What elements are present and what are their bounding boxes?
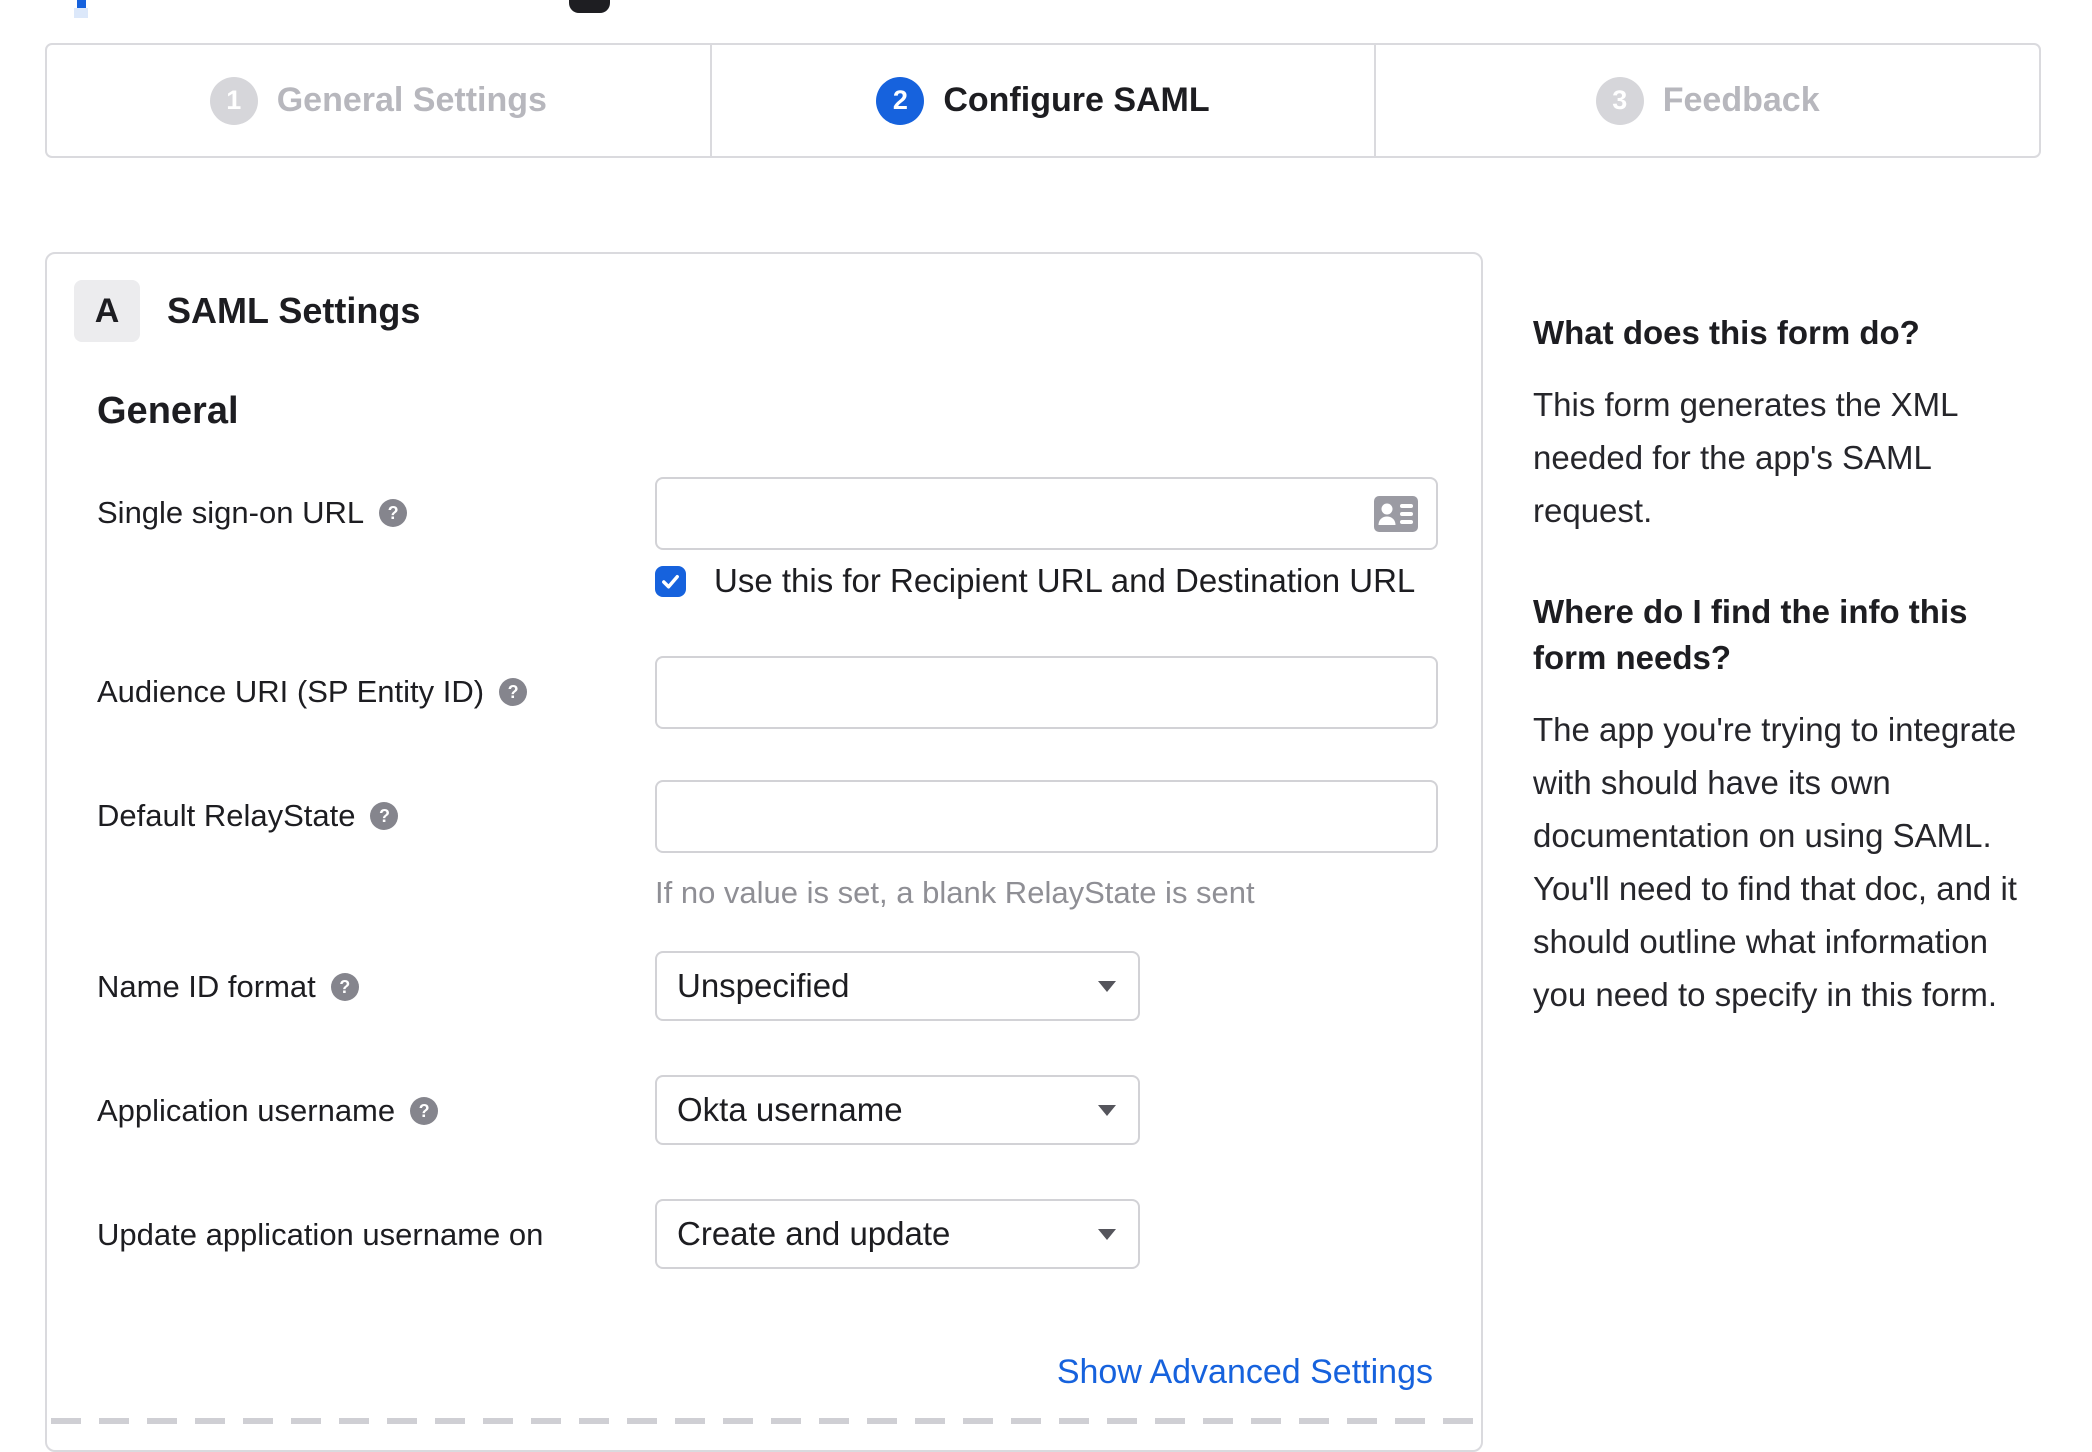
section-badge: A [74,280,140,342]
help-heading-2: Where do I find the info this form needs… [1533,593,1968,676]
help-icon[interactable]: ? [330,973,359,1001]
group-heading-general: General [97,390,239,432]
step-label: Feedback [1662,81,1820,119]
step-label: General Settings [276,81,547,119]
contact-card-icon [1374,495,1418,532]
dashed-section-divider [51,1418,1477,1424]
name-id-format-select[interactable]: Unspecified [655,951,1140,1021]
selected-value: Create and update [677,1215,951,1252]
help-paragraph-1: This form generates the XML needed for t… [1533,386,1958,529]
field-label: Default RelayState [97,798,356,833]
step-number-badge: 1 [209,76,258,125]
sso-url-checkbox[interactable] [655,565,686,597]
wizard-stepper: 1 General Settings 2 Configure SAML 3 Feedbac… [45,43,2041,158]
form-row-application-username: Application username? Okta username [47,1075,1481,1145]
dropdown-caret-icon [1098,1104,1116,1116]
field-label: Application username [97,1093,396,1128]
selected-value: Unspecified [677,967,850,1004]
form-row-name-id-format: Name ID format? Unspecified [47,951,1481,1021]
field-label: Update application username on [97,1217,544,1252]
form-row-update-application-username: Update application username on Create and… [47,1199,1481,1269]
checkmark-icon [659,570,682,593]
checkbox-label: Use this for Recipient URL and Destinati… [714,562,1416,599]
audience-uri-input[interactable] [655,656,1438,729]
help-sidebar: What does this form do? This form genera… [1533,310,2041,1021]
show-advanced-settings-link[interactable]: Show Advanced Settings [1057,1353,1433,1391]
dropdown-caret-icon [1098,980,1116,992]
form-row-default-relaystate: Default RelayState? If no value is set, a… [47,780,1481,911]
section-title: SAML Settings [167,290,421,331]
dropdown-caret-icon [1098,1228,1116,1240]
selected-value: Okta username [677,1091,903,1128]
default-relaystate-input[interactable] [655,780,1438,853]
step-number-badge: 3 [1595,76,1644,125]
application-username-select[interactable]: Okta username [655,1075,1140,1145]
section-header: A SAML Settings [47,254,1481,342]
clipped-logo-fragment [569,0,610,13]
update-application-username-select[interactable]: Create and update [655,1199,1140,1269]
step-1[interactable]: 1 General Settings [47,45,712,156]
field-label: Name ID format [97,969,316,1004]
help-heading-1: What does this form do? [1533,314,1920,351]
clipped-title-fragment [77,0,86,8]
step-2[interactable]: 2 Configure SAML [712,45,1377,156]
help-icon[interactable]: ? [410,1097,439,1125]
form-row-audience-uri: Audience URI (SP Entity ID)? [47,656,1481,729]
field-label: Single sign-on URL [97,495,365,530]
step-number-badge: 2 [876,76,925,125]
help-icon[interactable]: ? [379,499,408,527]
help-icon[interactable]: ? [499,678,528,706]
help-paragraph-2: The app you're trying to integrate with … [1533,711,2017,1013]
form-rows: Single sign-on URL? Use this for Recipien… [47,477,1481,1269]
form-row-sso-url: Single sign-on URL? Use this for Recipien… [47,477,1481,600]
step-label: Configure SAML [943,81,1210,119]
saml-settings-card: A SAML Settings General Single sign-on U… [45,252,1483,1452]
field-label: Audience URI (SP Entity ID) [97,674,485,709]
sso-url-input[interactable] [655,477,1438,550]
field-hint: If no value is set, a blank RelayState i… [655,875,1255,910]
help-icon[interactable]: ? [370,802,399,830]
clipped-title-fragment-shadow [74,8,88,18]
step-3[interactable]: 3 Feedback [1376,45,2039,156]
